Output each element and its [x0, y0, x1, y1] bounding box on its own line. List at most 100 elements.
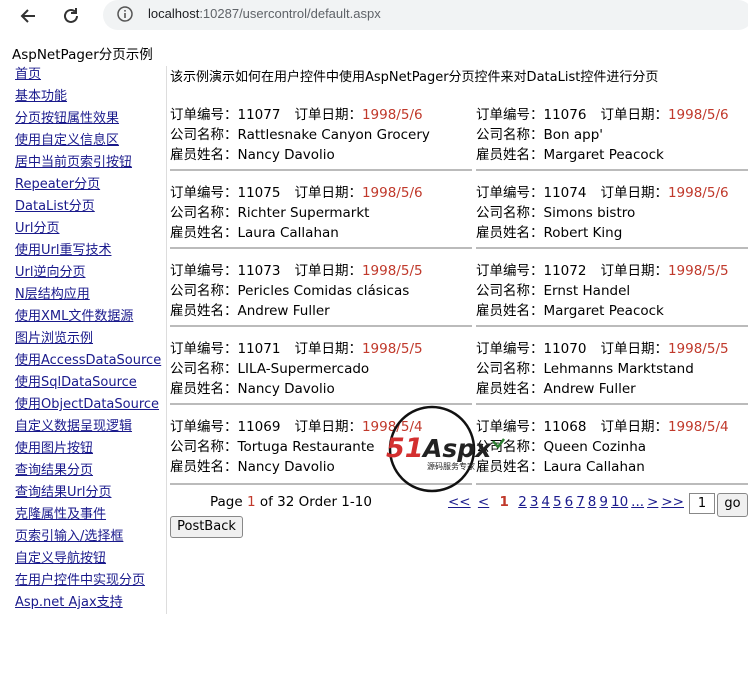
- order-item: 订单编号：11074 订单日期：1998/5/6 公司名称：Simons bistr…: [476, 183, 748, 261]
- employee-name: Nancy Davolio: [237, 459, 335, 475]
- pager: Page 1 of 32 Order 1-10 << < 1 234567891…: [170, 492, 748, 517]
- sidebar-link[interactable]: 自定义数据呈现逻辑: [15, 416, 165, 438]
- order-item: 订单编号：11077 订单日期：1998/5/6 公司名称：Rattlesnake …: [170, 105, 472, 183]
- sidebar-link[interactable]: 使用自定义信息区: [15, 130, 165, 152]
- order-item: 订单编号：11076 订单日期：1998/5/6 公司名称：Bon app' 雇员姓名…: [476, 105, 748, 183]
- order-date: 1998/5/5: [667, 263, 729, 279]
- svg-text:51: 51: [386, 433, 424, 464]
- company-label: 公司名称：: [170, 283, 238, 299]
- pager-page-link[interactable]: 3: [530, 494, 539, 510]
- sidebar-link[interactable]: 使用图片按钮: [15, 438, 165, 460]
- employee-name: Nancy Davolio: [237, 381, 335, 397]
- company-name: LILA-Supermercado: [237, 361, 370, 377]
- sidebar-link[interactable]: 查询结果Url分页: [15, 482, 165, 504]
- sidebar-link[interactable]: Url分页: [15, 218, 165, 240]
- sidebar-link[interactable]: 使用AccessDataSource: [15, 350, 165, 372]
- go-button[interactable]: go: [717, 493, 748, 517]
- company-name: Ernst Handel: [543, 283, 631, 299]
- company-label: 公司名称：: [476, 283, 544, 299]
- employee-name: Laura Callahan: [237, 225, 339, 241]
- pager-first[interactable]: <<: [448, 494, 471, 510]
- sidebar-link[interactable]: 使用Url重写技术: [15, 240, 165, 262]
- company-name: Pericles Comidas clásicas: [237, 283, 410, 299]
- row-separator: [476, 325, 748, 327]
- order-id: 11068: [543, 419, 587, 435]
- employee-label: 雇员姓名：: [476, 147, 544, 163]
- order-no-label: 订单编号：: [476, 263, 544, 279]
- company-name: Richter Supermarkt: [237, 205, 370, 221]
- pager-info: Page 1 of 32 Order 1-10: [210, 494, 372, 510]
- watermark-logo: 51 Aspx 源码服务专家: [386, 405, 505, 493]
- pager-next[interactable]: >: [647, 494, 658, 510]
- sidebar-link[interactable]: N层结构应用: [15, 284, 165, 306]
- employee-name: Andrew Fuller: [543, 381, 636, 397]
- company-label: 公司名称：: [476, 127, 544, 143]
- order-id: 11072: [543, 263, 587, 279]
- sidebar-link[interactable]: 居中当前页索引按钮: [15, 152, 165, 174]
- sidebar-link[interactable]: 自定义导航按钮: [15, 548, 165, 570]
- company-label: 公司名称：: [170, 439, 238, 455]
- order-no-label: 订单编号：: [170, 419, 238, 435]
- sidebar-link[interactable]: 分页按钮属性效果: [15, 108, 165, 130]
- order-item: 订单编号：11070 订单日期：1998/5/5 公司名称：Lehmanns Mar…: [476, 339, 748, 417]
- company-name: Tortuga Restaurante: [237, 439, 375, 455]
- pager-page-link[interactable]: 2: [518, 494, 527, 510]
- order-date-label: 订单日期：: [600, 341, 668, 357]
- order-date: 1998/5/5: [667, 341, 729, 357]
- pager-prev[interactable]: <: [478, 494, 489, 510]
- sidebar-link[interactable]: Repeater分页: [15, 174, 165, 196]
- sidebar-link[interactable]: DataList分页: [15, 196, 165, 218]
- sidebar-link[interactable]: 克隆属性及事件: [15, 504, 165, 526]
- sidebar-link[interactable]: 使用SqlDataSource: [15, 372, 165, 394]
- company-label: 公司名称：: [170, 361, 238, 377]
- info-icon[interactable]: [117, 6, 133, 22]
- sidebar-link[interactable]: 使用ObjectDataSource: [15, 394, 165, 416]
- pager-page-link[interactable]: 8: [588, 494, 597, 510]
- row-separator: [170, 169, 472, 171]
- sidebar-link[interactable]: 页索引输入/选择框: [15, 526, 165, 548]
- url-host: localhost: [148, 6, 200, 21]
- sidebar-link[interactable]: 图片浏览示例: [15, 328, 165, 350]
- sidebar-link[interactable]: 查询结果分页: [15, 460, 165, 482]
- sidebar-link[interactable]: Asp.net Ajax支持: [15, 592, 165, 614]
- url-text[interactable]: localhost:10287/usercontrol/default.aspx: [148, 6, 381, 21]
- pager-page-link[interactable]: 4: [541, 494, 550, 510]
- pager-page-link[interactable]: 9: [599, 494, 608, 510]
- pager-info-current: 1: [246, 494, 256, 510]
- sidebar-link[interactable]: 首页: [15, 64, 165, 86]
- back-button[interactable]: [15, 3, 41, 29]
- employee-label: 雇员姓名：: [170, 381, 238, 397]
- row-separator: [476, 169, 748, 171]
- order-date: 1998/5/5: [361, 263, 423, 279]
- sidebar-link[interactable]: 在用户控件中实现分页: [15, 570, 165, 592]
- list-bottom-separator: [476, 483, 748, 485]
- page-index-input[interactable]: [689, 493, 715, 514]
- row-separator: [476, 247, 748, 249]
- employee-label: 雇员姓名：: [476, 225, 544, 241]
- employee-label: 雇员姓名：: [170, 225, 238, 241]
- order-date-label: 订单日期：: [294, 419, 362, 435]
- employee-name: Margaret Peacock: [543, 303, 664, 319]
- order-item: 订单编号：11073 订单日期：1998/5/5 公司名称：Pericles Com…: [170, 261, 472, 339]
- pager-page-link[interactable]: 7: [576, 494, 585, 510]
- reload-icon: [64, 8, 78, 23]
- order-id: 11071: [237, 341, 281, 357]
- back-arrow-icon: [20, 9, 35, 23]
- row-separator: [476, 403, 748, 405]
- pager-page-link[interactable]: 5: [553, 494, 562, 510]
- sidebar-link[interactable]: Url逆向分页: [15, 262, 165, 284]
- sidebar-link[interactable]: 使用XML文件数据源: [15, 306, 165, 328]
- employee-label: 雇员姓名：: [170, 303, 238, 319]
- company-label: 公司名称：: [476, 205, 544, 221]
- pager-page-link[interactable]: 6: [565, 494, 574, 510]
- pager-ellipsis[interactable]: ...: [631, 494, 644, 510]
- order-date-label: 订单日期：: [294, 263, 362, 279]
- company-name: Lehmanns Marktstand: [543, 361, 694, 377]
- pager-page-link[interactable]: 10: [611, 494, 628, 510]
- order-date-label: 订单日期：: [600, 263, 668, 279]
- pager-last[interactable]: >>: [661, 494, 684, 510]
- sidebar-link[interactable]: 基本功能: [15, 86, 165, 108]
- postback-button[interactable]: PostBack: [170, 516, 243, 538]
- reload-button[interactable]: [58, 3, 84, 29]
- company-name: Queen Cozinha: [543, 439, 647, 455]
